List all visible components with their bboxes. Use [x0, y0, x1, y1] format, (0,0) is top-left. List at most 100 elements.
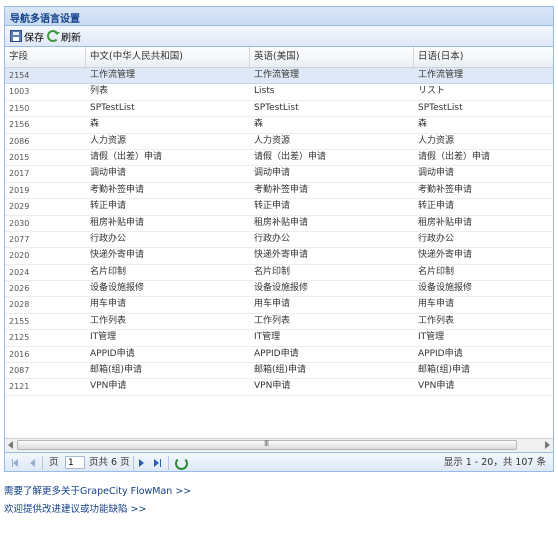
cell-chinese[interactable]: 邮箱(组)申请: [86, 363, 250, 378]
feedback-link[interactable]: 欢迎提供改进建议或功能缺陷 >>: [4, 501, 146, 515]
table-row[interactable]: 2019 考勤补签申请 考勤补签申请 考勤补签申请: [5, 183, 553, 200]
table-row[interactable]: 2156 森森森: [5, 117, 553, 134]
cell-chinese[interactable]: 转正申请: [86, 199, 250, 214]
cell-chinese[interactable]: 名片印制: [86, 265, 250, 280]
first-page-icon[interactable]: [13, 459, 18, 467]
scroll-left-icon[interactable]: [8, 441, 13, 449]
cell-japanese[interactable]: 人力资源: [414, 134, 553, 149]
cell-japanese[interactable]: VPN申请: [414, 379, 553, 394]
cell-chinese[interactable]: 工作流管理: [86, 68, 250, 83]
cell-english[interactable]: 行政办公: [250, 232, 414, 247]
column-header-japanese[interactable]: 日语(日本): [414, 47, 553, 67]
cell-japanese[interactable]: 设备设施报修: [414, 281, 553, 296]
cell-english[interactable]: 请假（出差）申请: [250, 150, 414, 165]
cell-english[interactable]: 用车申请: [250, 297, 414, 312]
cell-japanese[interactable]: 工作流管理: [414, 68, 553, 83]
learn-more-link-text[interactable]: 需要了解更多关于GrapeCity FlowMan >>: [4, 486, 191, 497]
cell-japanese[interactable]: 快递外寄申请: [414, 248, 553, 263]
cell-chinese[interactable]: 设备设施报修: [86, 281, 250, 296]
cell-chinese[interactable]: 人力资源: [86, 134, 250, 149]
cell-japanese[interactable]: IT管理: [414, 330, 553, 345]
cell-japanese[interactable]: 考勤补签申请: [414, 183, 553, 198]
cell-english[interactable]: 工作流管理: [250, 68, 414, 83]
prev-page-icon[interactable]: [30, 459, 35, 467]
cell-english[interactable]: 名片印制: [250, 265, 414, 280]
table-row[interactable]: 2087 邮箱(组)申请 邮箱(组)申请 邮箱(组)申请: [5, 363, 553, 380]
table-row[interactable]: 2015 请假（出差）申请 请假（出差）申请 请假（出差）申请: [5, 150, 553, 167]
next-page-icon[interactable]: [139, 459, 144, 467]
cell-chinese[interactable]: 请假（出差）申请: [86, 150, 250, 165]
cell-chinese[interactable]: 列表: [86, 84, 250, 99]
table-row[interactable]: 2016 APPID申请 APPID申请 APPID申请: [5, 347, 553, 364]
cell-japanese[interactable]: 森: [414, 117, 553, 132]
cell-japanese[interactable]: 租房补贴申请: [414, 216, 553, 231]
cell-english[interactable]: 租房补贴申请: [250, 216, 414, 231]
cell-chinese[interactable]: SPTestList: [86, 101, 250, 116]
table-row[interactable]: 2024 名片印制 名片印制 名片印制: [5, 265, 553, 282]
cell-chinese[interactable]: 工作列表: [86, 314, 250, 329]
table-row[interactable]: 2086 人力资源 人力资源 人力资源: [5, 134, 553, 150]
cell-chinese[interactable]: 调动申请: [86, 166, 250, 181]
cell-english[interactable]: 快递外寄申请: [250, 248, 414, 263]
cell-japanese[interactable]: APPID申请: [414, 347, 553, 362]
cell-japanese[interactable]: 行政办公: [414, 232, 553, 247]
cell-chinese[interactable]: 用车申请: [86, 297, 250, 312]
table-row[interactable]: 2020 快递外寄申请 快递外寄申请 快递外寄申请: [5, 248, 553, 265]
cell-english[interactable]: SPTestList: [250, 101, 414, 116]
last-page-icon[interactable]: [154, 459, 159, 467]
cell-japanese[interactable]: 邮箱(组)申请: [414, 363, 553, 378]
cell-chinese[interactable]: 快递外寄申请: [86, 248, 250, 263]
cell-chinese[interactable]: 森: [86, 117, 250, 132]
scrollbar-thumb[interactable]: III: [17, 439, 517, 450]
cell-english[interactable]: 工作列表: [250, 314, 414, 329]
cell-english[interactable]: 考勤补签申请: [250, 183, 414, 198]
cell-chinese[interactable]: 行政办公: [86, 232, 250, 247]
cell-chinese[interactable]: IT管理: [86, 330, 250, 345]
feedback-link-text[interactable]: 欢迎提供改进建议或功能缺陷 >>: [4, 504, 146, 515]
cell-english[interactable]: Lists: [250, 84, 414, 99]
cell-chinese[interactable]: 考勤补签申请: [86, 183, 250, 198]
table-row[interactable]: 1003 列表 Lists リスト: [5, 84, 553, 101]
scroll-right-icon[interactable]: [545, 441, 550, 449]
save-button[interactable]: 保存: [10, 28, 44, 44]
cell-chinese[interactable]: APPID申请: [86, 347, 250, 362]
cell-japanese[interactable]: SPTestList: [414, 101, 553, 116]
cell-chinese[interactable]: VPN申请: [86, 379, 250, 394]
table-row[interactable]: 2028 用车申请 用车申请 用车申请: [5, 297, 553, 314]
cell-english[interactable]: IT管理: [250, 330, 414, 345]
learn-more-link[interactable]: 需要了解更多关于GrapeCity FlowMan >>: [4, 483, 191, 497]
cell-english[interactable]: VPN申请: [250, 379, 414, 394]
refresh-button[interactable]: 刷新: [47, 28, 81, 44]
table-row[interactable]: 2125 IT管理 IT管理 IT管理: [5, 330, 553, 347]
table-row[interactable]: 2154 工作流管理 工作流管理 工作流管理: [5, 68, 553, 85]
table-row[interactable]: 2155 工作列表 工作列表 工作列表: [5, 314, 553, 331]
table-row[interactable]: 2077 行政办公 行政办公 行政办公: [5, 232, 553, 249]
cell-japanese[interactable]: 请假（出差）申请: [414, 150, 553, 165]
cell-english[interactable]: 邮箱(组)申请: [250, 363, 414, 378]
column-header-english[interactable]: 英语(美国): [250, 47, 414, 67]
column-header-field[interactable]: 字段: [5, 47, 86, 67]
table-row[interactable]: 2026 设备设施报修 设备设施报修 设备设施报修: [5, 281, 553, 298]
table-row[interactable]: 2029 转正申请 转正申请 转正申请: [5, 199, 553, 216]
horizontal-scrollbar[interactable]: III: [5, 438, 553, 452]
cell-english[interactable]: APPID申请: [250, 347, 414, 362]
cell-japanese[interactable]: 工作列表: [414, 314, 553, 329]
cell-english[interactable]: 设备设施报修: [250, 281, 414, 296]
table-row[interactable]: 2017 调动申请 调动申请 调动申请: [5, 166, 553, 183]
cell-chinese[interactable]: 租房补贴申请: [86, 216, 250, 231]
cell-japanese[interactable]: 调动申请: [414, 166, 553, 181]
cell-japanese[interactable]: 转正申请: [414, 199, 553, 214]
cell-english[interactable]: 森: [250, 117, 414, 132]
cell-japanese[interactable]: 用车申请: [414, 297, 553, 312]
reload-icon[interactable]: [175, 457, 188, 470]
cell-english[interactable]: 调动申请: [250, 166, 414, 181]
column-header-chinese[interactable]: 中文(中华人民共和国): [86, 47, 250, 67]
page-number-input[interactable]: [65, 456, 85, 469]
cell-japanese[interactable]: リスト: [414, 84, 553, 99]
cell-japanese[interactable]: 名片印制: [414, 265, 553, 280]
cell-english[interactable]: 转正申请: [250, 199, 414, 214]
table-row[interactable]: 2150 SPTestList SPTestList SPTestList: [5, 101, 553, 118]
table-row[interactable]: 2030 租房补贴申请 租房补贴申请 租房补贴申请: [5, 216, 553, 232]
table-row[interactable]: 2121 VPN申请 VPN申请 VPN申请: [5, 379, 553, 396]
cell-english[interactable]: 人力资源: [250, 134, 414, 149]
